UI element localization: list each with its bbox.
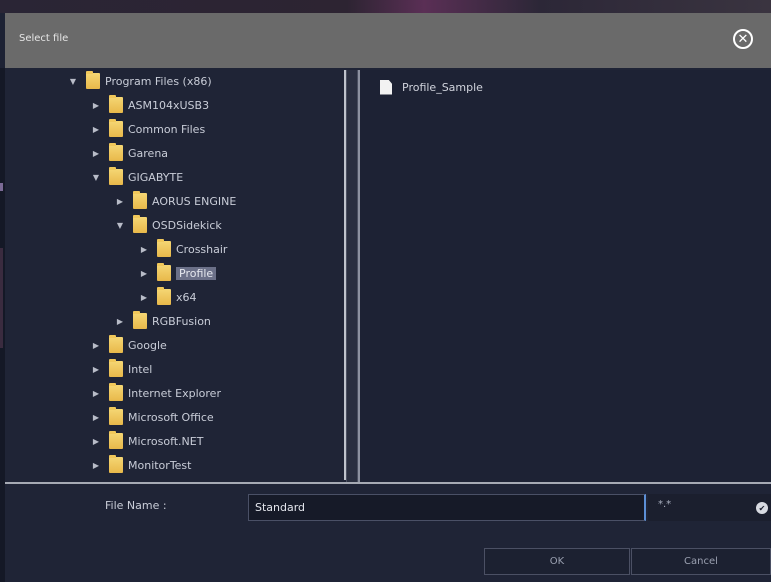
tree-item-label: x64 — [176, 290, 197, 304]
close-icon[interactable]: ✕ — [733, 29, 753, 49]
folder-icon — [109, 119, 123, 137]
background-mark — [0, 183, 3, 191]
folder-icon — [109, 455, 123, 473]
expand-arrow-icon[interactable]: ▶ — [91, 389, 101, 398]
folder-icon — [157, 239, 171, 257]
folder-icon — [133, 191, 147, 209]
expand-arrow-icon[interactable]: ▶ — [139, 293, 149, 302]
cancel-button-label: Cancel — [684, 556, 718, 567]
file-item-label: Profile_Sample — [402, 80, 483, 94]
tree-item-monitortest[interactable]: ▶ MonitorTest — [91, 454, 191, 476]
tree-item-label: AORUS ENGINE — [152, 194, 237, 208]
file-type-filter-value: *.* — [658, 499, 672, 510]
document-icon — [380, 79, 392, 95]
folder-icon — [109, 431, 123, 449]
background-strip — [0, 0, 771, 13]
folder-icon — [109, 167, 123, 185]
tree-item-label: OSDSidekick — [152, 218, 222, 232]
expand-arrow-icon[interactable]: ▼ — [115, 221, 125, 230]
file-name-input[interactable] — [248, 494, 646, 521]
tree-item-aorus-engine[interactable]: ▶ AORUS ENGINE — [115, 190, 236, 212]
file-item-profile-sample[interactable]: Profile_Sample — [380, 78, 483, 96]
background-mark — [0, 248, 3, 348]
tree-item-label: Program Files (x86) — [105, 74, 212, 88]
folder-icon — [109, 407, 123, 425]
tree-item-label: MonitorTest — [128, 458, 192, 472]
ok-button-label: OK — [549, 556, 565, 567]
expand-arrow-icon[interactable]: ▶ — [91, 365, 101, 374]
tree-item-microsoft-net[interactable]: ▶ Microsoft.NET — [91, 430, 203, 452]
expand-arrow-icon[interactable]: ▶ — [91, 413, 101, 422]
file-list[interactable] — [358, 70, 771, 482]
folder-icon — [109, 143, 123, 161]
tree-item-crosshair[interactable]: ▶ Crosshair — [139, 238, 227, 260]
tree-item-label: Microsoft Office — [128, 410, 214, 424]
folder-icon — [133, 215, 147, 233]
title-bar[interactable]: Select file ✕ — [5, 13, 771, 68]
folder-icon — [133, 311, 147, 329]
expand-arrow-icon[interactable]: ▼ — [91, 173, 101, 182]
folder-icon — [157, 263, 171, 281]
tree-item-common-files[interactable]: ▶ Common Files — [91, 118, 205, 140]
tree-item-internet-explorer[interactable]: ▶ Internet Explorer — [91, 382, 221, 404]
tree-item-osdsidekick[interactable]: ▼ OSDSidekick — [115, 214, 222, 236]
tree-item-label: Common Files — [128, 122, 206, 136]
folder-icon — [157, 287, 171, 305]
tree-item-label: Profile — [176, 266, 217, 280]
folder-icon — [109, 383, 123, 401]
tree-item-label: Internet Explorer — [128, 386, 221, 400]
tree-item-profile[interactable]: ▶ Profile — [139, 262, 217, 284]
tree-item-x64[interactable]: ▶ x64 — [139, 286, 197, 308]
tree-item-garena[interactable]: ▶ Garena — [91, 142, 168, 164]
expand-arrow-icon[interactable]: ▶ — [91, 461, 101, 470]
tree-item-label: Intel — [128, 362, 153, 376]
expand-arrow-icon[interactable]: ▼ — [68, 77, 78, 86]
cancel-button[interactable]: Cancel — [631, 548, 771, 575]
file-type-filter[interactable]: *.* — [648, 494, 771, 521]
expand-arrow-icon[interactable]: ▶ — [91, 341, 101, 350]
tree-item-label: Garena — [128, 146, 169, 160]
ok-button[interactable]: OK — [484, 548, 630, 575]
pane-splitter[interactable] — [346, 70, 358, 482]
tree-item-label: Crosshair — [176, 242, 228, 256]
folder-icon — [109, 95, 123, 113]
expand-arrow-icon[interactable]: ▶ — [91, 101, 101, 110]
folder-icon — [86, 71, 100, 89]
divider — [5, 482, 771, 484]
tree-item-label: RGBFusion — [152, 314, 211, 328]
folder-icon — [109, 335, 123, 353]
tree-item-program-files-x86[interactable]: ▼ Program Files (x86) — [68, 70, 212, 92]
tree-item-label: ASM104xUSB3 — [128, 98, 210, 112]
expand-arrow-icon[interactable]: ▶ — [139, 269, 149, 278]
tree-item-rgbfusion[interactable]: ▶ RGBFusion — [115, 310, 211, 332]
tree-item-asm104xusb3[interactable]: ▶ ASM104xUSB3 — [91, 94, 209, 116]
expand-arrow-icon[interactable]: ▶ — [91, 149, 101, 158]
expand-arrow-icon[interactable]: ▶ — [91, 125, 101, 134]
dialog-title: Select file — [19, 33, 69, 44]
tree-item-label: Microsoft.NET — [128, 434, 204, 448]
tree-item-microsoft-office[interactable]: ▶ Microsoft Office — [91, 406, 214, 428]
tree-item-label: GIGABYTE — [128, 170, 184, 184]
expand-arrow-icon[interactable]: ▶ — [91, 437, 101, 446]
tree-item-gigabyte[interactable]: ▼ GIGABYTE — [91, 166, 183, 188]
file-name-label: File Name : — [105, 499, 167, 512]
tree-item-label: Google — [128, 338, 167, 352]
chevron-down-icon[interactable]: ✔ — [756, 502, 768, 514]
tree-item-intel[interactable]: ▶ Intel — [91, 358, 152, 380]
tree-item-google[interactable]: ▶ Google — [91, 334, 167, 356]
expand-arrow-icon[interactable]: ▶ — [115, 197, 125, 206]
expand-arrow-icon[interactable]: ▶ — [139, 245, 149, 254]
folder-icon — [109, 359, 123, 377]
expand-arrow-icon[interactable]: ▶ — [115, 317, 125, 326]
